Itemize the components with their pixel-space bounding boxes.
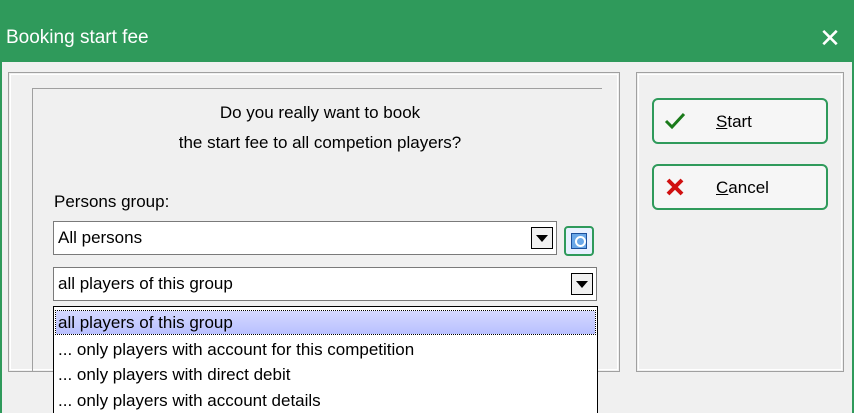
start-button[interactable]: Start (652, 98, 828, 144)
close-icon[interactable]: ✕ (812, 20, 848, 56)
list-item[interactable]: ... only players with direct debit (58, 363, 290, 386)
cancel-button[interactable]: Cancel (652, 164, 828, 210)
cancel-button-label: Cancel (716, 178, 769, 197)
search-persons-button[interactable] (564, 226, 594, 256)
title-bar: Booking start fee ✕ (0, 0, 854, 62)
check-icon (664, 112, 686, 130)
persons-group-label: Persons group: (54, 192, 170, 211)
chevron-down-icon[interactable] (531, 227, 553, 249)
list-item[interactable]: ... only players with account for this c… (58, 338, 414, 361)
search-icon (571, 233, 587, 249)
persons-group-value: All persons (58, 228, 143, 247)
cross-icon (666, 178, 684, 196)
filter-select[interactable]: all players of this group (53, 267, 597, 301)
question-line-1: Do you really want to book (219, 103, 421, 122)
question-line-2: the start fee to all competion players? (178, 133, 462, 152)
filter-dropdown-list: all players of this group ... only playe… (53, 306, 598, 413)
chevron-down-icon[interactable] (571, 273, 593, 295)
start-button-label: Start (716, 112, 752, 131)
list-item[interactable]: ... only players with account details (58, 389, 321, 412)
window-title: Booking start fee (6, 27, 149, 48)
filter-value: all players of this group (58, 274, 233, 293)
confirmation-question: Do you really want to book the start fee… (100, 98, 540, 158)
persons-group-select[interactable]: All persons (53, 221, 557, 255)
list-item[interactable]: all players of this group (55, 310, 596, 335)
